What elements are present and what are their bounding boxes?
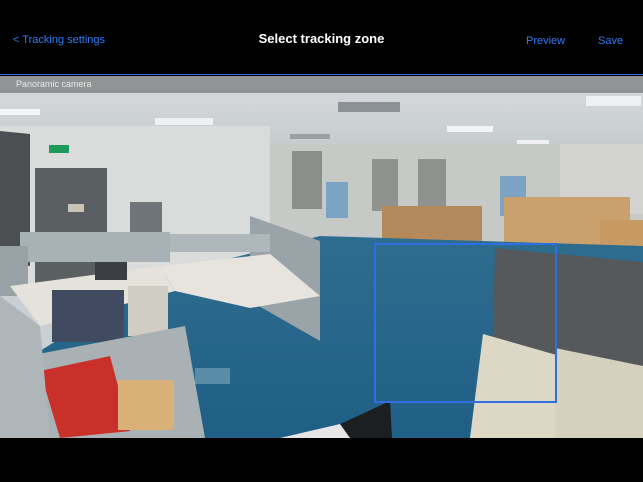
save-button[interactable]: Save	[598, 35, 623, 47]
top-bar: < Tracking settings Select tracking zone…	[0, 0, 643, 75]
preview-button[interactable]: Preview	[526, 35, 565, 47]
header-divider	[0, 74, 643, 75]
camera-view[interactable]: Panoramic camera	[0, 76, 643, 438]
camera-label: Panoramic camera	[0, 76, 643, 93]
tracking-zone-selection[interactable]	[374, 243, 557, 403]
bottom-bar	[0, 438, 643, 482]
screen: < Tracking settings Select tracking zone…	[0, 0, 643, 482]
